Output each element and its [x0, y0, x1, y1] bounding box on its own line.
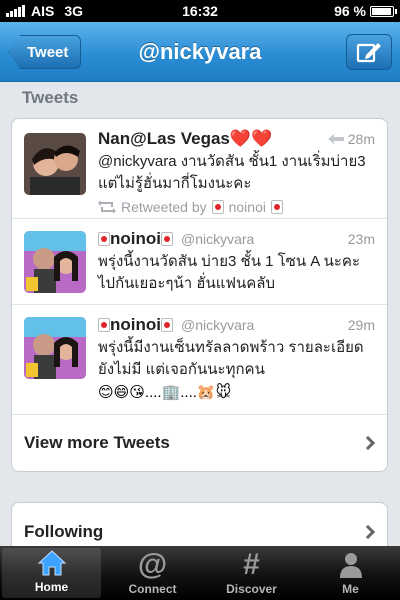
- tab-home[interactable]: Home: [2, 548, 101, 598]
- tweet-emoji-line: 😊😄😘....🏢....🐹🐭: [98, 384, 232, 401]
- reply-arrow-icon: [327, 134, 344, 144]
- tweet-text: @nickyvara งานวัดสัน ชั้น1 งานเริ่มบ่าย3…: [98, 153, 366, 192]
- page-title: @nickyvara: [138, 38, 262, 64]
- tweet-time: 23m: [347, 231, 375, 247]
- card-emoji: [160, 232, 173, 246]
- tweet-item[interactable]: Nan@Las Vegas❤️❤️ 28m @nickyvara งานวัดส…: [12, 119, 387, 219]
- tab-label: Me: [342, 582, 359, 596]
- tab-discover[interactable]: # Discover: [202, 546, 301, 600]
- compose-button[interactable]: [346, 34, 392, 70]
- following-row[interactable]: Following: [11, 502, 388, 546]
- battery-icon: [370, 5, 397, 17]
- tweet-text: พรุ่งนี้มีงานเซ็นทรัลลาดพร้าว รายละเอียด…: [98, 339, 364, 378]
- chevron-right-icon: [360, 524, 376, 540]
- tab-label: Home: [34, 580, 69, 594]
- avatar[interactable]: [24, 231, 86, 293]
- tab-bar: Home @ Connect # Discover Me: [0, 546, 400, 600]
- tweet-handle: @nickyvara: [180, 317, 255, 333]
- home-icon: [37, 550, 66, 576]
- signal-strength-icon: [6, 5, 25, 17]
- following-label: Following: [24, 522, 104, 541]
- card-emoji: [98, 318, 110, 332]
- network-type: 3G: [64, 3, 84, 19]
- tweet-item[interactable]: noinoi @nickyvara 23m พรุ่งนี้งานวัดสัน …: [12, 219, 387, 305]
- retweeted-by[interactable]: Retweeted by noinoi: [98, 199, 375, 215]
- person-icon: [339, 553, 362, 578]
- card-emoji: [211, 200, 224, 214]
- card-emoji: [270, 200, 283, 214]
- avatar[interactable]: [24, 317, 86, 379]
- back-button[interactable]: Tweet: [8, 35, 82, 69]
- card-emoji: [160, 318, 173, 332]
- chevron-right-icon: [360, 435, 376, 451]
- tweet-time: 29m: [347, 317, 375, 333]
- tweets-card: Nan@Las Vegas❤️❤️ 28m @nickyvara งานวัดส…: [11, 118, 388, 472]
- battery-status: 96 %: [334, 3, 397, 19]
- tweets-list-view[interactable]: Tweets Nan@Las Vegas❤️❤️ 28m @nickyvara …: [0, 82, 400, 546]
- tweet-item[interactable]: noinoi @nickyvara 29m พรุ่งนี้มีงานเซ็นท…: [12, 305, 387, 415]
- tweet-author[interactable]: noinoi: [98, 229, 173, 249]
- avatar[interactable]: [24, 133, 86, 195]
- view-more-tweets-button[interactable]: View more Tweets: [12, 415, 387, 471]
- tab-label: Discover: [226, 582, 277, 596]
- nav-bar: Tweet @nickyvara: [0, 22, 400, 82]
- section-heading: Tweets: [22, 88, 79, 107]
- tab-me[interactable]: Me: [301, 546, 400, 600]
- view-more-label: View more Tweets: [24, 433, 170, 452]
- tweet-author[interactable]: Nan@Las Vegas❤️❤️: [98, 129, 272, 149]
- compose-icon: [356, 43, 381, 63]
- tab-connect[interactable]: @ Connect: [103, 546, 202, 600]
- tweet-handle: @nickyvara: [180, 231, 255, 247]
- heart-emoji: ❤️❤️: [229, 129, 273, 148]
- tweet-author[interactable]: noinoi: [98, 315, 173, 335]
- card-emoji: [98, 232, 110, 246]
- hash-icon: #: [243, 548, 260, 581]
- tweet-time: 28m: [327, 131, 375, 147]
- carrier-name: AIS: [31, 3, 55, 19]
- battery-percent: 96 %: [334, 3, 366, 19]
- tab-label: Connect: [128, 582, 177, 596]
- at-icon: @: [137, 548, 168, 581]
- retweet-icon: [98, 201, 116, 213]
- tweet-text: พรุ่งนี้งานวัดสัน บ่าย3 ชั้น 1 โซน A นะค…: [98, 253, 361, 292]
- status-bar: AIS 3G 16:32 96 %: [0, 0, 400, 22]
